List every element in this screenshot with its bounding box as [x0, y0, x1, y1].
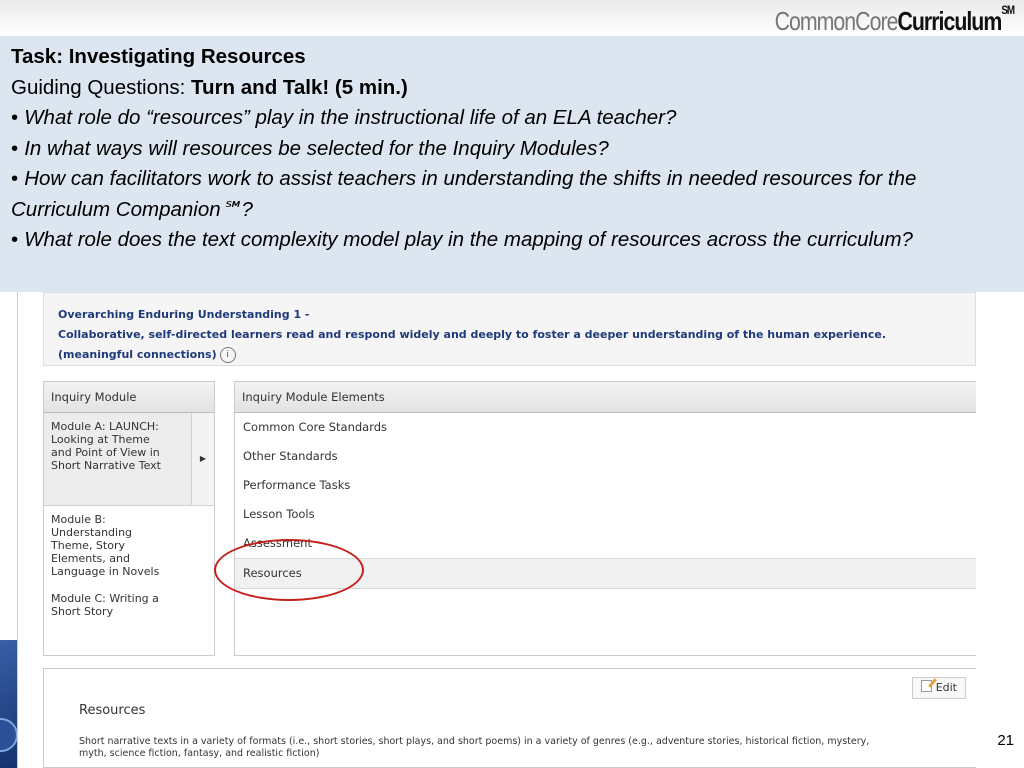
guiding-label: Guiding Questions: — [11, 75, 192, 99]
app-screenshot: Overarching Enduring Understanding 1 - C… — [17, 292, 976, 768]
detail-title: Resources — [79, 703, 146, 718]
detail-text: Short narrative texts in a variety of fo… — [79, 736, 870, 759]
info-icon[interactable]: i — [219, 347, 236, 363]
chevron-right-icon[interactable]: ▶ — [191, 413, 214, 505]
inquiry-module-panel: Inquiry Module Module A: LAUNCH: Looking… — [43, 381, 215, 656]
module-elements-header: Inquiry Module Elements — [235, 382, 976, 413]
edit-icon — [920, 680, 932, 692]
page-number: 21 — [997, 732, 1014, 749]
guiding-questions-line: Guiding Questions: Turn and Talk! (5 min… — [11, 73, 1013, 104]
question-1: • What role do “resources” play in the in… — [11, 106, 677, 129]
eu-text: Collaborative, self-directed learners re… — [58, 328, 887, 341]
element-other-standards[interactable]: Other Standards — [235, 442, 976, 471]
element-performance-tasks[interactable]: Performance Tasks — [235, 471, 976, 500]
question-4: • What role does the text complexity mode… — [11, 228, 913, 251]
element-lesson-tools[interactable]: Lesson Tools — [235, 500, 976, 529]
brand-logo: CommonCoreCurriculumSM — [774, 3, 1015, 36]
question-2: • In what ways will resources be selected… — [11, 136, 609, 160]
module-item-a[interactable]: Module A: LAUNCH: Looking at Theme and P… — [44, 413, 214, 506]
module-elements-panel: Inquiry Module Elements Common Core Stan… — [234, 381, 976, 656]
eu-tag: (meaningful connections) — [58, 348, 217, 361]
task-title: Task: Investigating Resources — [11, 45, 306, 68]
edit-button[interactable]: Edit — [911, 677, 966, 699]
inquiry-module-header: Inquiry Module — [44, 382, 214, 413]
annotation-circle — [214, 539, 364, 601]
module-item-c[interactable]: Module C: Writing a Short Story — [44, 585, 214, 625]
resources-detail-box: Edit Resources Short narrative texts in … — [43, 668, 976, 768]
guiding-instruction: Turn and Talk! (5 min.) — [191, 75, 408, 99]
module-item-b[interactable]: Module B: Understanding Theme, Story Ele… — [44, 506, 214, 585]
enduring-understanding-box: Overarching Enduring Understanding 1 - C… — [43, 292, 976, 366]
question-3: • How can facilitators work to assist tea… — [11, 167, 917, 221]
task-panel: Task: Investigating Resources Guiding Qu… — [0, 36, 1024, 292]
element-common-core-standards[interactable]: Common Core Standards — [235, 413, 976, 442]
eu-heading: Overarching Enduring Understanding 1 - — [58, 308, 310, 321]
